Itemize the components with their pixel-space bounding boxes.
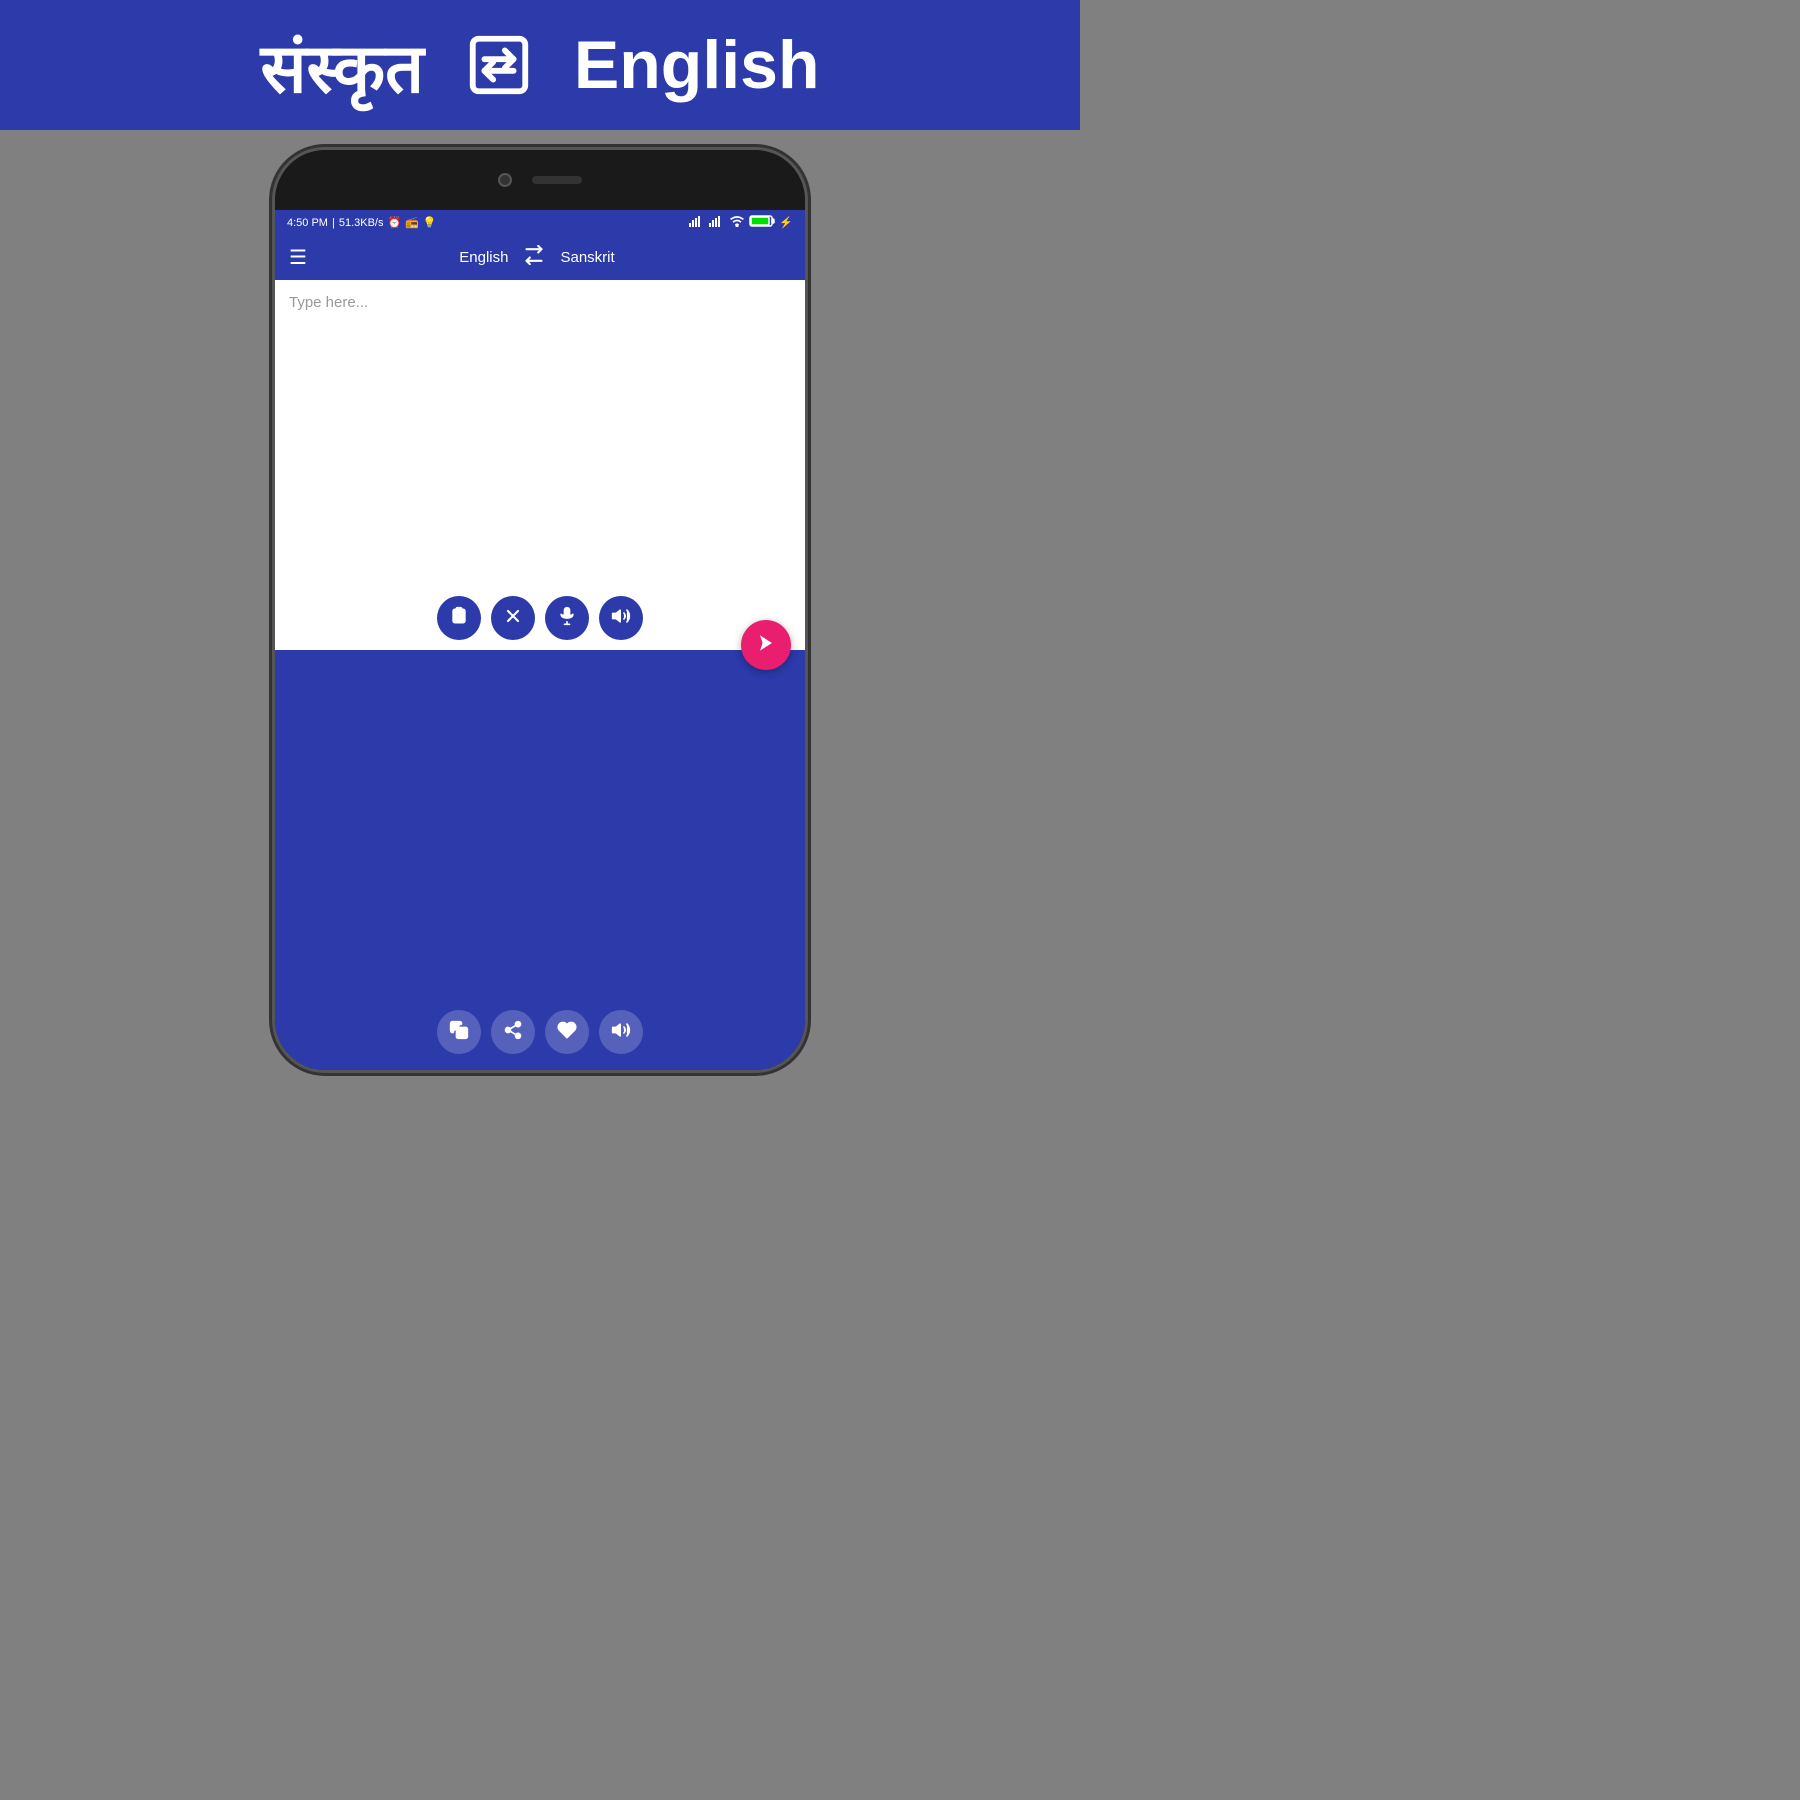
send-button[interactable] [741, 620, 791, 670]
send-icon [757, 634, 775, 657]
status-speed: | [332, 217, 335, 229]
status-bar: 4:50 PM | 51.3KB/s ⏰ 📻 💡 [275, 210, 805, 235]
status-right: ⚡ [689, 214, 793, 231]
share-icon [503, 1020, 523, 1045]
output-area [275, 650, 805, 1070]
top-banner: संस्कृत English [0, 0, 1080, 130]
phone-top [275, 150, 805, 210]
volume-icon [611, 606, 631, 631]
battery-icon [749, 214, 775, 231]
app-bar: ☰ English Sanskrit [275, 235, 805, 280]
lightning-icon: ⚡ [779, 216, 793, 229]
status-clock-icon: ⏰ [387, 216, 401, 229]
text-input-placeholder: Type here... [289, 294, 368, 311]
mic-icon [557, 606, 577, 631]
banner-source-lang[interactable]: संस्कृत [261, 19, 424, 112]
clear-button[interactable] [491, 596, 535, 640]
text-input-field[interactable]: Type here... [275, 280, 805, 586]
share-output-button[interactable] [491, 1010, 535, 1054]
clipboard-icon [449, 606, 469, 631]
volume-output-button[interactable] [599, 1010, 643, 1054]
clipboard-button[interactable] [437, 596, 481, 640]
signal-icon [689, 215, 705, 230]
copy-output-button[interactable] [437, 1010, 481, 1054]
mic-button[interactable] [545, 596, 589, 640]
phone-speaker [532, 176, 582, 184]
wifi-icon [729, 215, 745, 230]
hamburger-menu[interactable]: ☰ [289, 245, 307, 270]
banner-swap-icon[interactable] [464, 30, 534, 100]
app-bar-langs: English Sanskrit [459, 245, 614, 270]
close-icon [503, 606, 523, 631]
output-toolbar [275, 1000, 805, 1070]
heart-icon [557, 1020, 577, 1045]
copy-icon [449, 1020, 469, 1045]
input-area: Type here... [275, 280, 805, 650]
volume-input-button[interactable] [599, 596, 643, 640]
volume-output-icon [611, 1020, 631, 1045]
status-icon3: 💡 [423, 216, 437, 229]
app-bar-swap-icon[interactable] [524, 245, 544, 270]
status-icon2: 📻 [405, 216, 419, 229]
favorite-output-button[interactable] [545, 1010, 589, 1054]
status-left: 4:50 PM | 51.3KB/s ⏰ 📻 💡 [287, 216, 437, 229]
status-network-speed: 51.3KB/s [339, 217, 384, 229]
status-time: 4:50 PM [287, 217, 328, 229]
app-bar-source-lang[interactable]: English [459, 249, 508, 266]
banner-target-lang[interactable]: English [574, 26, 820, 104]
phone: 4:50 PM | 51.3KB/s ⏰ 📻 💡 [275, 150, 805, 1070]
phone-wrapper: 4:50 PM | 51.3KB/s ⏰ 📻 💡 [275, 130, 805, 1080]
front-camera [498, 173, 512, 187]
input-toolbar [275, 586, 805, 650]
app-bar-target-lang[interactable]: Sanskrit [560, 249, 614, 266]
signal-icon2 [709, 215, 725, 230]
